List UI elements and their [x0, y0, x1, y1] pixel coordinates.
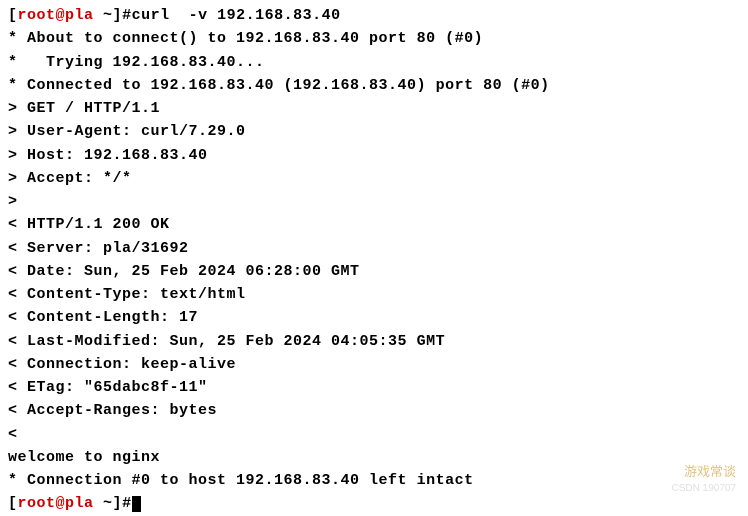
output-line: >	[8, 190, 740, 213]
output-line: * Connected to 192.168.83.40 (192.168.83…	[8, 74, 740, 97]
prompt-path: ~	[94, 7, 113, 24]
terminal-output: [root@pla ~]#curl -v 192.168.83.40 * Abo…	[8, 4, 740, 516]
prompt-symbol: #	[122, 7, 132, 24]
output-line: > User-Agent: curl/7.29.0	[8, 120, 740, 143]
prompt-open-bracket: [	[8, 7, 18, 24]
output-line: < Connection: keep-alive	[8, 353, 740, 376]
prompt-user-host: root@pla	[18, 495, 94, 512]
command-text: curl -v 192.168.83.40	[132, 7, 341, 24]
prompt-close-bracket: ]	[113, 495, 123, 512]
watermark-sub: CSDN 190707	[672, 481, 736, 497]
output-line: < Content-Length: 17	[8, 306, 740, 329]
output-line: < Accept-Ranges: bytes	[8, 399, 740, 422]
output-line: <	[8, 423, 740, 446]
output-line: < Last-Modified: Sun, 25 Feb 2024 04:05:…	[8, 330, 740, 353]
prompt-line[interactable]: [root@pla ~]#curl -v 192.168.83.40	[8, 4, 740, 27]
prompt-symbol: #	[122, 495, 132, 512]
output-line: * Trying 192.168.83.40...	[8, 51, 740, 74]
output-line: < Date: Sun, 25 Feb 2024 06:28:00 GMT	[8, 260, 740, 283]
prompt-close-bracket: ]	[113, 7, 123, 24]
output-line: > Accept: */*	[8, 167, 740, 190]
prompt-user-host: root@pla	[18, 7, 94, 24]
output-line: < ETag: "65dabc8f-11"	[8, 376, 740, 399]
watermark-main: 游戏常谈	[684, 462, 736, 482]
prompt-open-bracket: [	[8, 495, 18, 512]
output-line: > GET / HTTP/1.1	[8, 97, 740, 120]
cursor-icon	[132, 496, 141, 512]
output-line: < Content-Type: text/html	[8, 283, 740, 306]
output-line: < Server: pla/31692	[8, 237, 740, 260]
output-line: * Connection #0 to host 192.168.83.40 le…	[8, 469, 740, 492]
output-line: * About to connect() to 192.168.83.40 po…	[8, 27, 740, 50]
output-line: < HTTP/1.1 200 OK	[8, 213, 740, 236]
prompt-path: ~	[94, 495, 113, 512]
prompt-line-2[interactable]: [root@pla ~]#	[8, 492, 740, 515]
output-line: > Host: 192.168.83.40	[8, 144, 740, 167]
output-line: welcome to nginx	[8, 446, 740, 469]
